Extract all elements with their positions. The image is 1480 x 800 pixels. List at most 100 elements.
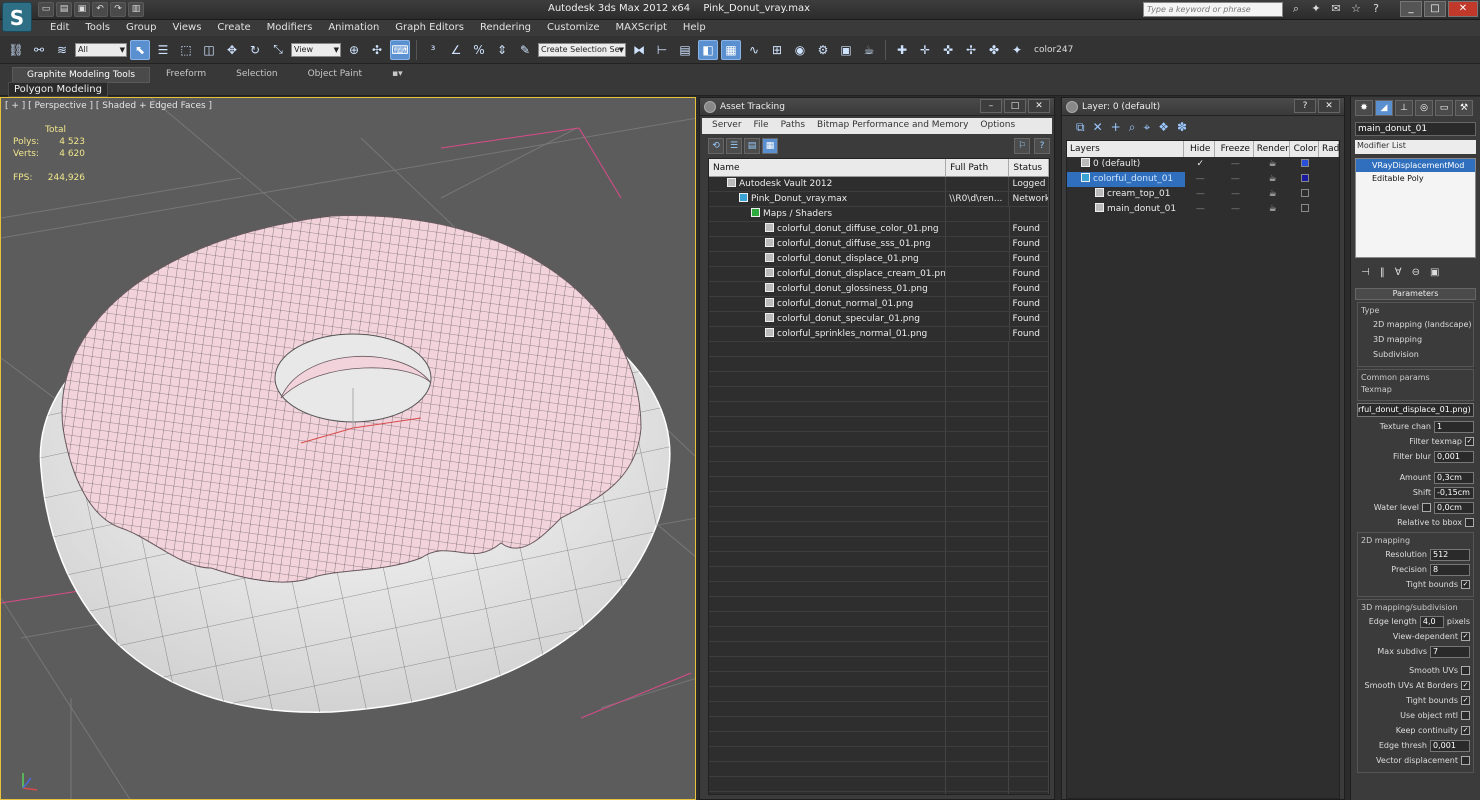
object-color-swatch[interactable]	[1300, 189, 1309, 197]
app-logo-icon[interactable]: S	[2, 2, 32, 32]
water-level-checkbox[interactable]	[1422, 503, 1431, 512]
angle-snap-icon[interactable]: ∠	[446, 40, 466, 60]
material-editor-icon[interactable]: ◉	[790, 40, 810, 60]
object-color-swatch[interactable]	[1300, 204, 1309, 212]
menu-animation[interactable]: Animation	[320, 20, 387, 36]
asset-row[interactable]: colorful_donut_diffuse_sss_01.png Found	[709, 237, 1049, 252]
redo-icon[interactable]: ↷	[110, 2, 126, 17]
texture-chan-field[interactable]: 1	[1434, 420, 1474, 433]
at-list-view-icon[interactable]: ☰	[726, 138, 742, 154]
ref-coord-dropdown[interactable]: View	[291, 42, 341, 57]
tab-freeform[interactable]: Freeform	[152, 67, 220, 83]
radio-subdivision[interactable]: Subdivision	[1361, 347, 1470, 362]
asset-row[interactable]: colorful_donut_displace_01.png Found	[709, 252, 1049, 267]
view-dependent-checkbox[interactable]: ✓	[1461, 632, 1470, 641]
freeze-all-layers-icon[interactable]: ✽	[1177, 120, 1187, 134]
selection-filter-dropdown[interactable]: All	[75, 42, 127, 57]
asset-row[interactable]: colorful_donut_glossiness_01.png Found	[709, 282, 1049, 297]
asset-row[interactable]: Autodesk Vault 2012 Logged	[709, 177, 1049, 192]
render-toggle-icon[interactable]: ☕	[1255, 157, 1290, 172]
rectangle-selection-icon[interactable]: ⬚	[176, 40, 196, 60]
freeze-toggle[interactable]: —	[1216, 172, 1255, 187]
render-production-icon[interactable]: ☕	[859, 40, 879, 60]
at-refresh-icon[interactable]: ⟲	[708, 138, 724, 154]
keep-continuity-checkbox[interactable]: ✓	[1461, 726, 1470, 735]
render-toggle-icon[interactable]: ☕	[1255, 172, 1290, 187]
communication-icon[interactable]: ✉	[1328, 2, 1344, 17]
menu-help[interactable]: Help	[675, 20, 714, 36]
help-icon[interactable]: ?	[1368, 2, 1384, 17]
edge-thresh-field[interactable]: 0,001	[1430, 739, 1470, 752]
at-menu-paths[interactable]: Paths	[775, 118, 811, 134]
curve-editor-icon[interactable]: ∿	[744, 40, 764, 60]
freeze-toggle[interactable]: —	[1216, 202, 1255, 217]
tight-bounds-checkbox[interactable]: ✓	[1461, 580, 1470, 589]
asset-row[interactable]: colorful_donut_diffuse_color_01.png Found	[709, 222, 1049, 237]
mirror-icon[interactable]: ⧓	[629, 40, 649, 60]
save-file-icon[interactable]: ▣	[74, 2, 90, 17]
ribbon-toggle-icon[interactable]: ▦	[721, 39, 741, 60]
col-hide-header[interactable]: Hide	[1184, 141, 1215, 157]
asset-row[interactable]: colorful_donut_specular_01.png Found	[709, 312, 1049, 327]
create-tab-icon[interactable]: ✸	[1355, 100, 1373, 116]
col-layers-header[interactable]: Layers	[1067, 141, 1184, 157]
hierarchy-tab-icon[interactable]: ⊥	[1395, 100, 1413, 116]
bind-space-warp-icon[interactable]: ≋	[52, 40, 72, 60]
freeze-toggle[interactable]: —	[1216, 187, 1255, 202]
menu-tools[interactable]: Tools	[77, 20, 118, 36]
col-path-header[interactable]: Full Path	[946, 159, 1010, 176]
select-object-icon[interactable]: ⬉	[130, 39, 150, 60]
asset-row[interactable]: colorful_sprinkles_normal_01.png Found	[709, 327, 1049, 342]
asset-tracking-maximize-button[interactable]: □	[1004, 99, 1026, 113]
asset-row[interactable]: Maps / Shaders	[709, 207, 1049, 222]
unlink-icon[interactable]: ⚯	[29, 40, 49, 60]
filter-texmap-checkbox[interactable]: ✓	[1465, 437, 1474, 446]
menu-create[interactable]: Create	[209, 20, 258, 36]
render-toggle-icon[interactable]: ☕	[1255, 202, 1290, 217]
maximize-button[interactable]: □	[1424, 1, 1446, 17]
at-thumbnail-view-icon[interactable]: ▤	[744, 138, 760, 154]
stack-item-vray-displacement[interactable]: VRayDisplacementMod	[1356, 159, 1475, 172]
at-menu-file[interactable]: File	[748, 118, 775, 134]
hide-toggle[interactable]: —	[1185, 172, 1216, 187]
link-icon[interactable]: ⛓	[6, 40, 26, 60]
hide-all-layers-icon[interactable]: ❖	[1158, 120, 1169, 134]
select-manipulate-icon[interactable]: ✣	[367, 40, 387, 60]
perspective-viewport[interactable]: [ + ] [ Perspective ] [ Shaded + Edged F…	[0, 97, 696, 800]
at-help-icon[interactable]: ?	[1034, 138, 1050, 154]
smooth-uvs-checkbox[interactable]	[1461, 666, 1470, 675]
menu-maxscript[interactable]: MAXScript	[608, 20, 675, 36]
percent-snap-icon[interactable]: %	[469, 40, 489, 60]
tight-bounds-3d-checkbox[interactable]: ✓	[1461, 696, 1470, 705]
object-name-field[interactable]: main_donut_01	[1355, 122, 1476, 136]
schematic-view-icon[interactable]: ⊞	[767, 40, 787, 60]
minimize-button[interactable]: _	[1400, 1, 1422, 17]
col-status-header[interactable]: Status	[1009, 159, 1049, 176]
display-tab-icon[interactable]: ▭	[1435, 100, 1453, 116]
highlight-layer-icon[interactable]: ⌖	[1143, 120, 1150, 135]
filter-blur-field[interactable]: 0,001	[1434, 450, 1474, 463]
motion-tab-icon[interactable]: ◎	[1415, 100, 1433, 116]
menu-modifiers[interactable]: Modifiers	[259, 20, 321, 36]
object-row[interactable]: cream_top_01 — — ☕	[1067, 187, 1339, 202]
open-file-icon[interactable]: ▤	[56, 2, 72, 17]
new-file-icon[interactable]: ▭	[38, 2, 54, 17]
layer-active-check-icon[interactable]: ✓	[1185, 157, 1216, 172]
favorites-icon[interactable]: ☆	[1348, 2, 1364, 17]
layer-row[interactable]: 0 (default) ✓ — ☕	[1067, 157, 1339, 172]
layer-color-swatch[interactable]	[1300, 174, 1309, 182]
water-level-field[interactable]: 0,0cm	[1434, 501, 1474, 514]
make-unique-icon[interactable]: ∀	[1395, 267, 1402, 278]
max-subdivs-field[interactable]: 7	[1430, 645, 1470, 658]
at-menu-options[interactable]: Options	[974, 118, 1021, 134]
shift-field[interactable]: -0,15cm	[1434, 486, 1474, 499]
undo-icon[interactable]: ↶	[92, 2, 108, 17]
use-object-mtl-checkbox[interactable]	[1461, 711, 1470, 720]
modifier-list-dropdown[interactable]: Modifier List	[1355, 140, 1476, 154]
viewport-label[interactable]: [ + ] [ Perspective ] [ Shaded + Edged F…	[5, 101, 212, 111]
snap-toggle-icon[interactable]: ³	[423, 40, 443, 60]
project-folder-icon[interactable]: ▥	[128, 2, 144, 17]
pin-stack-icon[interactable]: ⊣	[1361, 267, 1370, 278]
remove-modifier-icon[interactable]: ⊖	[1412, 267, 1420, 278]
radio-2d-mapping[interactable]: 2D mapping (landscape)	[1361, 317, 1472, 332]
